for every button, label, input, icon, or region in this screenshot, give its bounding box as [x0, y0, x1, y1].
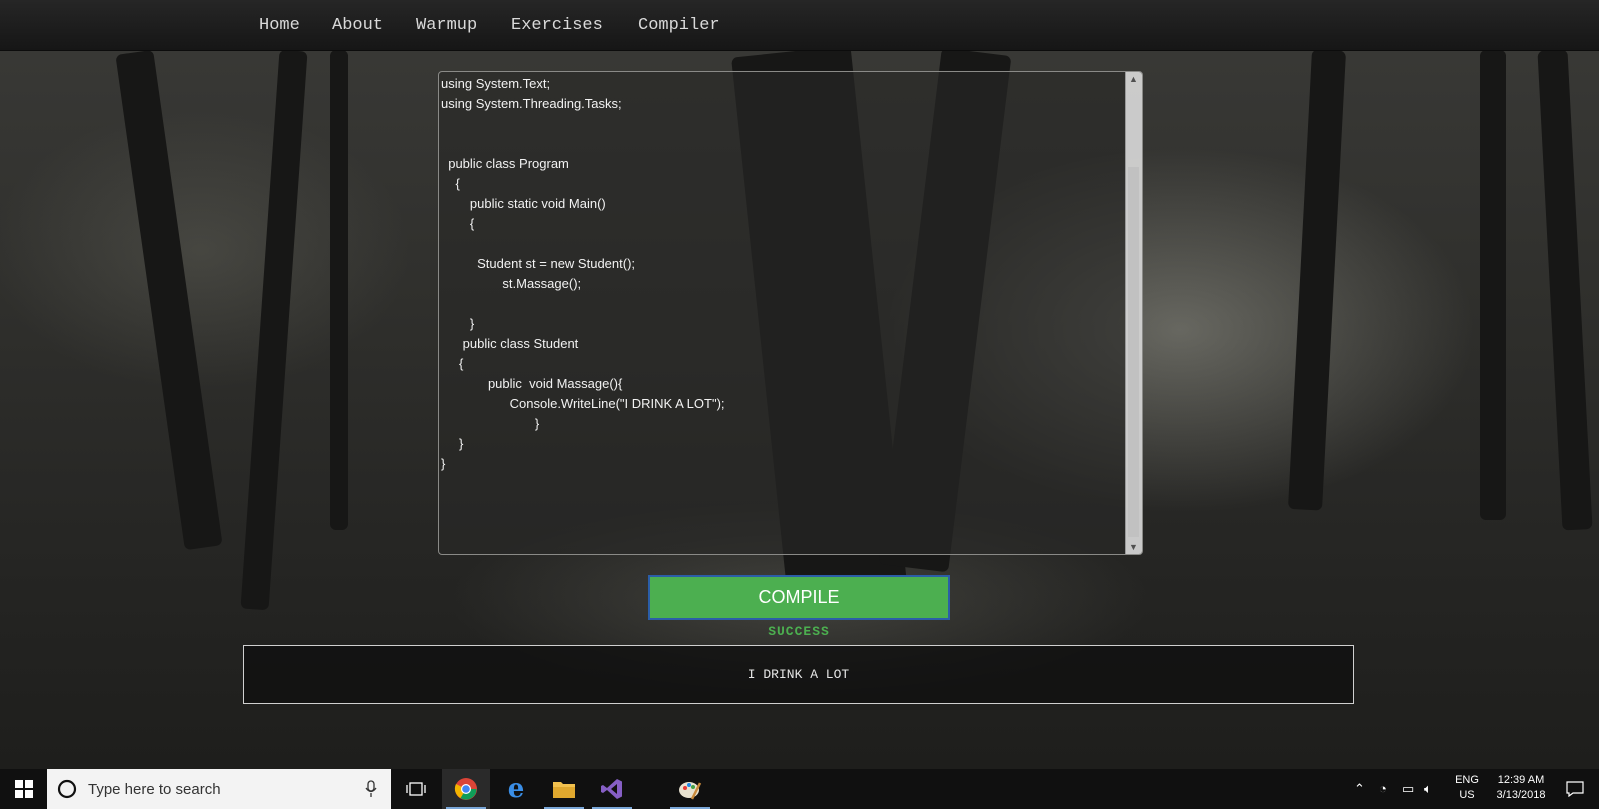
taskbar-edge[interactable]: e	[492, 769, 540, 809]
visual-studio-icon	[601, 779, 622, 799]
scroll-down-icon[interactable]: ▼	[1129, 542, 1138, 552]
action-center-button[interactable]	[1551, 769, 1599, 809]
nav-warmup[interactable]: Warmup	[416, 16, 477, 35]
editor-scrollbar[interactable]: ▲ ▼	[1125, 72, 1142, 554]
nav-home[interactable]: Home	[259, 16, 300, 35]
compile-status: SUCCESS	[768, 624, 830, 639]
taskbar-chrome[interactable]	[442, 769, 490, 809]
taskbar-file-explorer[interactable]	[540, 769, 588, 809]
input-language[interactable]: ENG US	[1452, 774, 1482, 801]
chrome-icon	[454, 778, 477, 800]
tree-trunk	[1480, 50, 1506, 520]
output-text: I DRINK A LOT	[747, 667, 850, 682]
edge-icon: e	[507, 774, 525, 804]
taskbar-paint[interactable]	[666, 769, 714, 809]
nav-exercises[interactable]: Exercises	[511, 16, 603, 35]
microphone-icon[interactable]	[365, 780, 377, 798]
taskbar-search[interactable]: Type here to search	[47, 769, 391, 809]
top-navbar: Home About Warmup Exercises Compiler	[0, 0, 1599, 51]
region-code: US	[1459, 789, 1475, 801]
volume-icon[interactable]: 🔈︎	[1424, 781, 1432, 797]
code-editor[interactable]: using System.Text; using System.Threadin…	[438, 71, 1143, 555]
scroll-thumb[interactable]	[1128, 167, 1139, 537]
tree-trunk	[115, 49, 223, 551]
clock-date: 3/13/2018	[1496, 789, 1546, 801]
code-text[interactable]: using System.Text; using System.Threadin…	[439, 72, 1142, 474]
compile-button[interactable]: COMPILE	[648, 575, 950, 620]
battery-icon[interactable]: ▭	[1402, 781, 1414, 797]
paint-icon	[679, 782, 702, 800]
scroll-up-icon[interactable]: ▲	[1129, 74, 1138, 84]
task-view-button[interactable]	[392, 769, 440, 809]
tree-trunk	[240, 49, 308, 611]
folder-icon	[553, 782, 575, 798]
clock-time: 12:39 AM	[1497, 774, 1545, 786]
nav-about[interactable]: About	[332, 16, 383, 35]
cortana-icon	[57, 779, 77, 799]
language-code: ENG	[1455, 774, 1479, 786]
tree-trunk	[1537, 49, 1593, 531]
task-view-icon	[406, 782, 426, 796]
chevron-up-icon[interactable]: ⌃	[1354, 781, 1365, 797]
taskbar: Type here to search e ⌃ ◔ ▭ 🔈︎ ENG US 12…	[0, 769, 1599, 809]
tree-trunk	[1287, 49, 1347, 511]
output-panel: I DRINK A LOT	[243, 645, 1354, 704]
taskbar-visual-studio[interactable]	[588, 769, 636, 809]
notifications-icon	[1566, 781, 1584, 797]
network-icon[interactable]: ◔	[1379, 781, 1387, 796]
windows-icon	[15, 780, 33, 798]
search-placeholder: Type here to search	[88, 780, 221, 798]
clock[interactable]: 12:39 AM 3/13/2018	[1487, 774, 1555, 801]
start-button[interactable]	[0, 769, 48, 809]
tree-trunk	[330, 50, 348, 530]
nav-compiler[interactable]: Compiler	[638, 16, 720, 35]
